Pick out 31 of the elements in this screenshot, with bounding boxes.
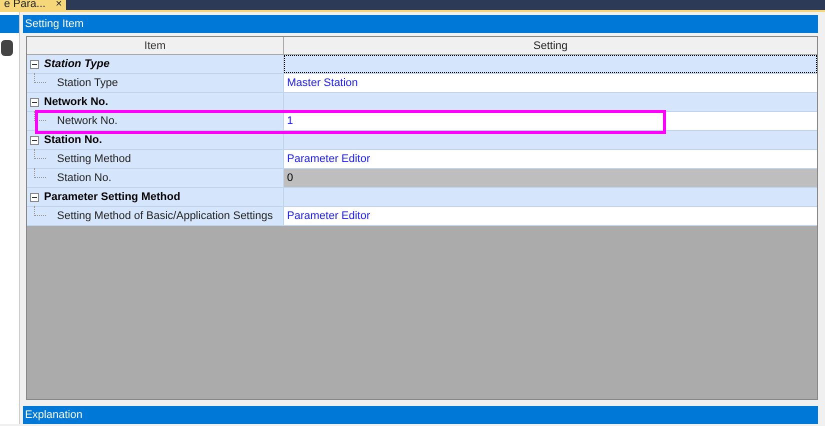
group-label: Station No. bbox=[44, 132, 102, 148]
item-label: Setting Method bbox=[57, 152, 131, 167]
close-icon[interactable]: × bbox=[56, 0, 62, 10]
group-value-cell[interactable] bbox=[284, 188, 817, 206]
toolbar-icon[interactable] bbox=[1, 40, 13, 56]
tree-connector bbox=[34, 206, 46, 216]
value-field[interactable]: 1 bbox=[284, 112, 817, 130]
group-label: Parameter Setting Method bbox=[44, 190, 180, 205]
group-value-cell[interactable] bbox=[284, 55, 817, 73]
item-label: Setting Method of Basic/Application Settings bbox=[57, 208, 273, 224]
item-label: Station No. bbox=[57, 170, 112, 186]
collapse-icon[interactable] bbox=[30, 136, 39, 144]
item-label: Network No. bbox=[57, 114, 118, 129]
column-header: Setting bbox=[532, 39, 569, 54]
collapse-icon[interactable] bbox=[30, 60, 39, 68]
tree-connector bbox=[34, 149, 46, 159]
value-field[interactable]: Master Station bbox=[284, 74, 817, 92]
tree-connector bbox=[34, 168, 46, 178]
group-value-cell[interactable] bbox=[284, 93, 817, 111]
panel-title: Explanation bbox=[23, 406, 818, 424]
value-field[interactable]: Parameter Editor bbox=[284, 150, 817, 168]
column-header: Item bbox=[27, 37, 284, 54]
panel-title-bar bbox=[0, 15, 19, 33]
item-label: Station Type bbox=[57, 76, 118, 91]
collapse-icon[interactable] bbox=[30, 98, 39, 106]
collapse-icon[interactable] bbox=[30, 192, 39, 202]
group-label: Network No. bbox=[44, 94, 108, 110]
group-label: Station Type bbox=[44, 56, 110, 72]
tree-connector bbox=[34, 73, 46, 83]
panel-title: Setting Item bbox=[23, 15, 818, 33]
value-field[interactable]: Parameter Editor bbox=[284, 207, 817, 225]
